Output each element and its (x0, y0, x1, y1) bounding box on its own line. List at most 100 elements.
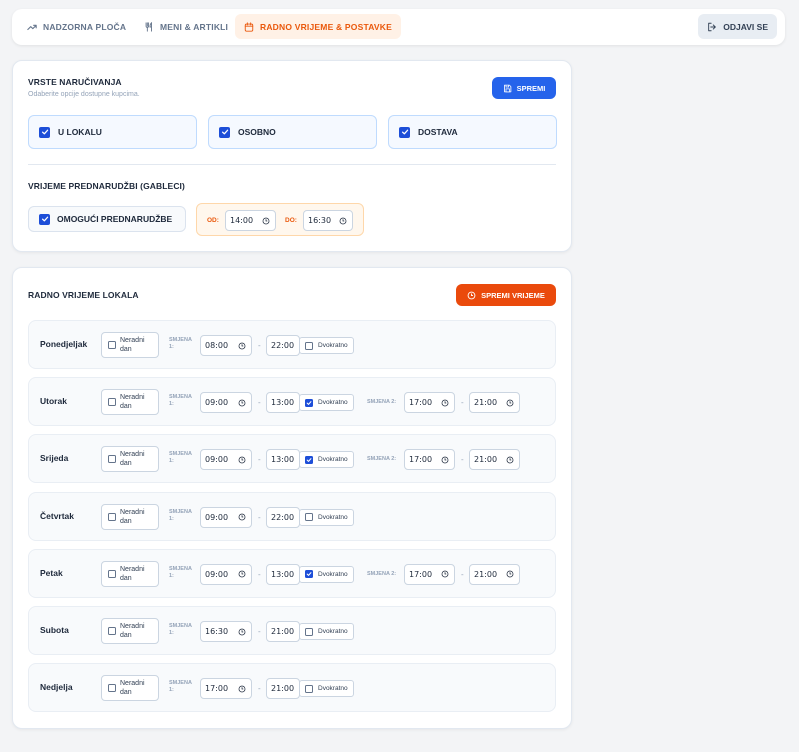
shift2-from-input[interactable]: 17:00 (404, 449, 455, 471)
preorder-from-input[interactable]: 14:00 (225, 210, 276, 231)
checkbox-unchecked[interactable] (108, 341, 116, 349)
day-name: Srijeda (40, 453, 69, 464)
checkbox-unchecked[interactable] (108, 569, 116, 578)
save-hours-button[interactable]: SPREMI VRIJEME (456, 284, 556, 306)
order-types-subtitle: Odaberite opcije dostupne kupcima. (28, 91, 140, 98)
time-value: 09:00 (205, 569, 229, 579)
checkbox-checked[interactable] (305, 570, 313, 579)
order-option-pickup[interactable]: OSOBNO (208, 115, 377, 149)
closed-day-checkbox[interactable]: Neradni dan (101, 560, 159, 587)
checkbox-unchecked[interactable] (305, 627, 313, 636)
shift1-to-input[interactable]: 13:00 (266, 563, 300, 585)
day-name: Nedjelja (40, 682, 73, 693)
shift1-from-input[interactable]: 09:00 (200, 449, 252, 471)
save-button[interactable]: SPREMI (492, 77, 556, 99)
order-option-delivery[interactable]: DOSTAVA (388, 115, 557, 149)
time-value: 17:00 (205, 684, 229, 694)
split-shift-toggle[interactable]: Dvokratno (299, 565, 354, 583)
closed-day-label-line2: dan (120, 517, 132, 525)
checkbox-checked[interactable] (219, 126, 230, 138)
checkbox-checked[interactable] (305, 455, 313, 464)
checkbox-unchecked[interactable] (305, 341, 313, 350)
dash: - (461, 398, 464, 408)
closed-day-checkbox[interactable]: Neradni dan (101, 332, 159, 358)
time-value: 16:30 (308, 216, 332, 225)
shift2-label: SMJENA 2: (367, 570, 397, 577)
shift1-to-input[interactable]: 13:00 (266, 392, 300, 414)
closed-day-checkbox[interactable]: Neradni dan (101, 503, 159, 530)
shift1-to-input[interactable]: 21:00 (266, 621, 300, 642)
shift1-from-input[interactable]: 17:00 (200, 678, 252, 700)
trend-icon (27, 24, 37, 30)
shift1-to-input[interactable]: 13:00 (266, 449, 300, 471)
preorder-to-input[interactable]: 16:30 (303, 210, 353, 231)
tab-settings[interactable]: RADNO VRIJEME & POSTAVKE (235, 14, 402, 39)
shift1-from-input[interactable]: 09:00 (200, 392, 252, 414)
checkbox-unchecked[interactable] (108, 512, 116, 521)
closed-day-checkbox[interactable]: Neradni dan (101, 389, 159, 416)
checkbox-checked[interactable] (305, 398, 313, 407)
checkbox-unchecked[interactable] (108, 684, 116, 693)
split-shift-toggle[interactable]: Dvokratno (299, 508, 354, 526)
checkbox-unchecked[interactable] (305, 513, 313, 522)
clock-icon (441, 456, 449, 464)
checkbox-unchecked[interactable] (305, 684, 313, 693)
split-shift-label: Dvokratno (318, 399, 348, 407)
checkbox-checked[interactable] (39, 126, 50, 138)
shift2-from-input[interactable]: 17:00 (404, 392, 455, 414)
shift2-from-input[interactable]: 17:00 (404, 563, 455, 585)
time-value: 21:00 (271, 627, 295, 636)
tab-dashboard-label: NADZORNA PLOČA (43, 21, 127, 32)
shift1-from-input[interactable]: 08:00 (200, 335, 252, 356)
split-shift-toggle[interactable]: Dvokratno (299, 451, 354, 469)
split-shift-toggle[interactable]: Dvokratno (299, 394, 354, 412)
closed-day-label: Neradni dan (120, 508, 145, 526)
closed-day-checkbox[interactable]: Neradni dan (101, 446, 159, 473)
shift1-from-input[interactable]: 09:00 (200, 506, 252, 528)
tab-dashboard[interactable]: NADZORNA PLOČA (18, 14, 135, 39)
shift1-to-input[interactable]: 22:00 (266, 335, 300, 356)
shift1-label-line2: 1: (169, 344, 174, 350)
shift1-to-input[interactable]: 21:00 (266, 678, 300, 700)
logout-button[interactable]: ODJAVI SE (698, 14, 777, 39)
checkbox-unchecked[interactable] (108, 455, 116, 464)
checkbox-checked[interactable] (399, 126, 410, 138)
closed-day-label: Neradni dan (120, 565, 145, 583)
shift1-label: SMJENA 1: (169, 566, 192, 580)
dash: - (258, 569, 261, 579)
checkbox-unchecked[interactable] (108, 398, 116, 407)
preorder-toggle[interactable]: OMOGUĆI PREDNARUDŽBE (28, 206, 186, 232)
dash: - (258, 627, 261, 636)
shift2-to-input[interactable]: 21:00 (469, 392, 520, 414)
save-label: SPREMI (516, 83, 546, 93)
checkbox-unchecked[interactable] (108, 627, 116, 635)
tab-menu[interactable]: MENI & ARTIKLI (135, 14, 237, 39)
closed-day-label: Neradni dan (120, 393, 145, 411)
preorder-toggle-label: OMOGUĆI PREDNARUDŽBE (57, 214, 173, 224)
shift1-to-input[interactable]: 22:00 (266, 506, 300, 528)
from-label: OD: (207, 217, 219, 224)
closed-day-checkbox[interactable]: Neradni dan (101, 675, 159, 702)
split-shift-label: Dvokratno (318, 513, 348, 521)
split-shift-toggle[interactable]: Dvokratno (299, 623, 354, 640)
clock-icon (339, 217, 347, 224)
order-option-in-store[interactable]: U LOKALU (28, 115, 197, 149)
split-shift-toggle[interactable]: Dvokratno (299, 680, 354, 698)
clock-icon (238, 628, 246, 635)
split-shift-toggle[interactable]: Dvokratno (299, 337, 354, 354)
preorder-title: VRIJEME PREDNARUDŽBI (GABLECI) (28, 181, 185, 191)
clock-icon (441, 399, 449, 407)
checkbox-checked[interactable] (39, 213, 50, 225)
day-row: Subota Neradni dan SMJENA 1: 16:30 - 21:00 Dvokr… (28, 606, 556, 655)
clock-icon (238, 342, 246, 349)
working-hours-card: RADNO VRIJEME LOKALA SPREMI VRIJEME Pone… (12, 267, 572, 729)
shift1-label-line2: 1: (169, 687, 174, 694)
shift1-from-input[interactable]: 16:30 (200, 621, 252, 642)
shift1-from-input[interactable]: 09:00 (200, 563, 252, 585)
shift2-to-input[interactable]: 21:00 (469, 563, 520, 585)
closed-day-label-line2: dan (120, 403, 132, 411)
shift2-to-input[interactable]: 21:00 (469, 449, 520, 471)
to-label: DO: (285, 217, 297, 224)
tab-menu-label: MENI & ARTIKLI (160, 21, 229, 32)
closed-day-checkbox[interactable]: Neradni dan (101, 618, 159, 644)
